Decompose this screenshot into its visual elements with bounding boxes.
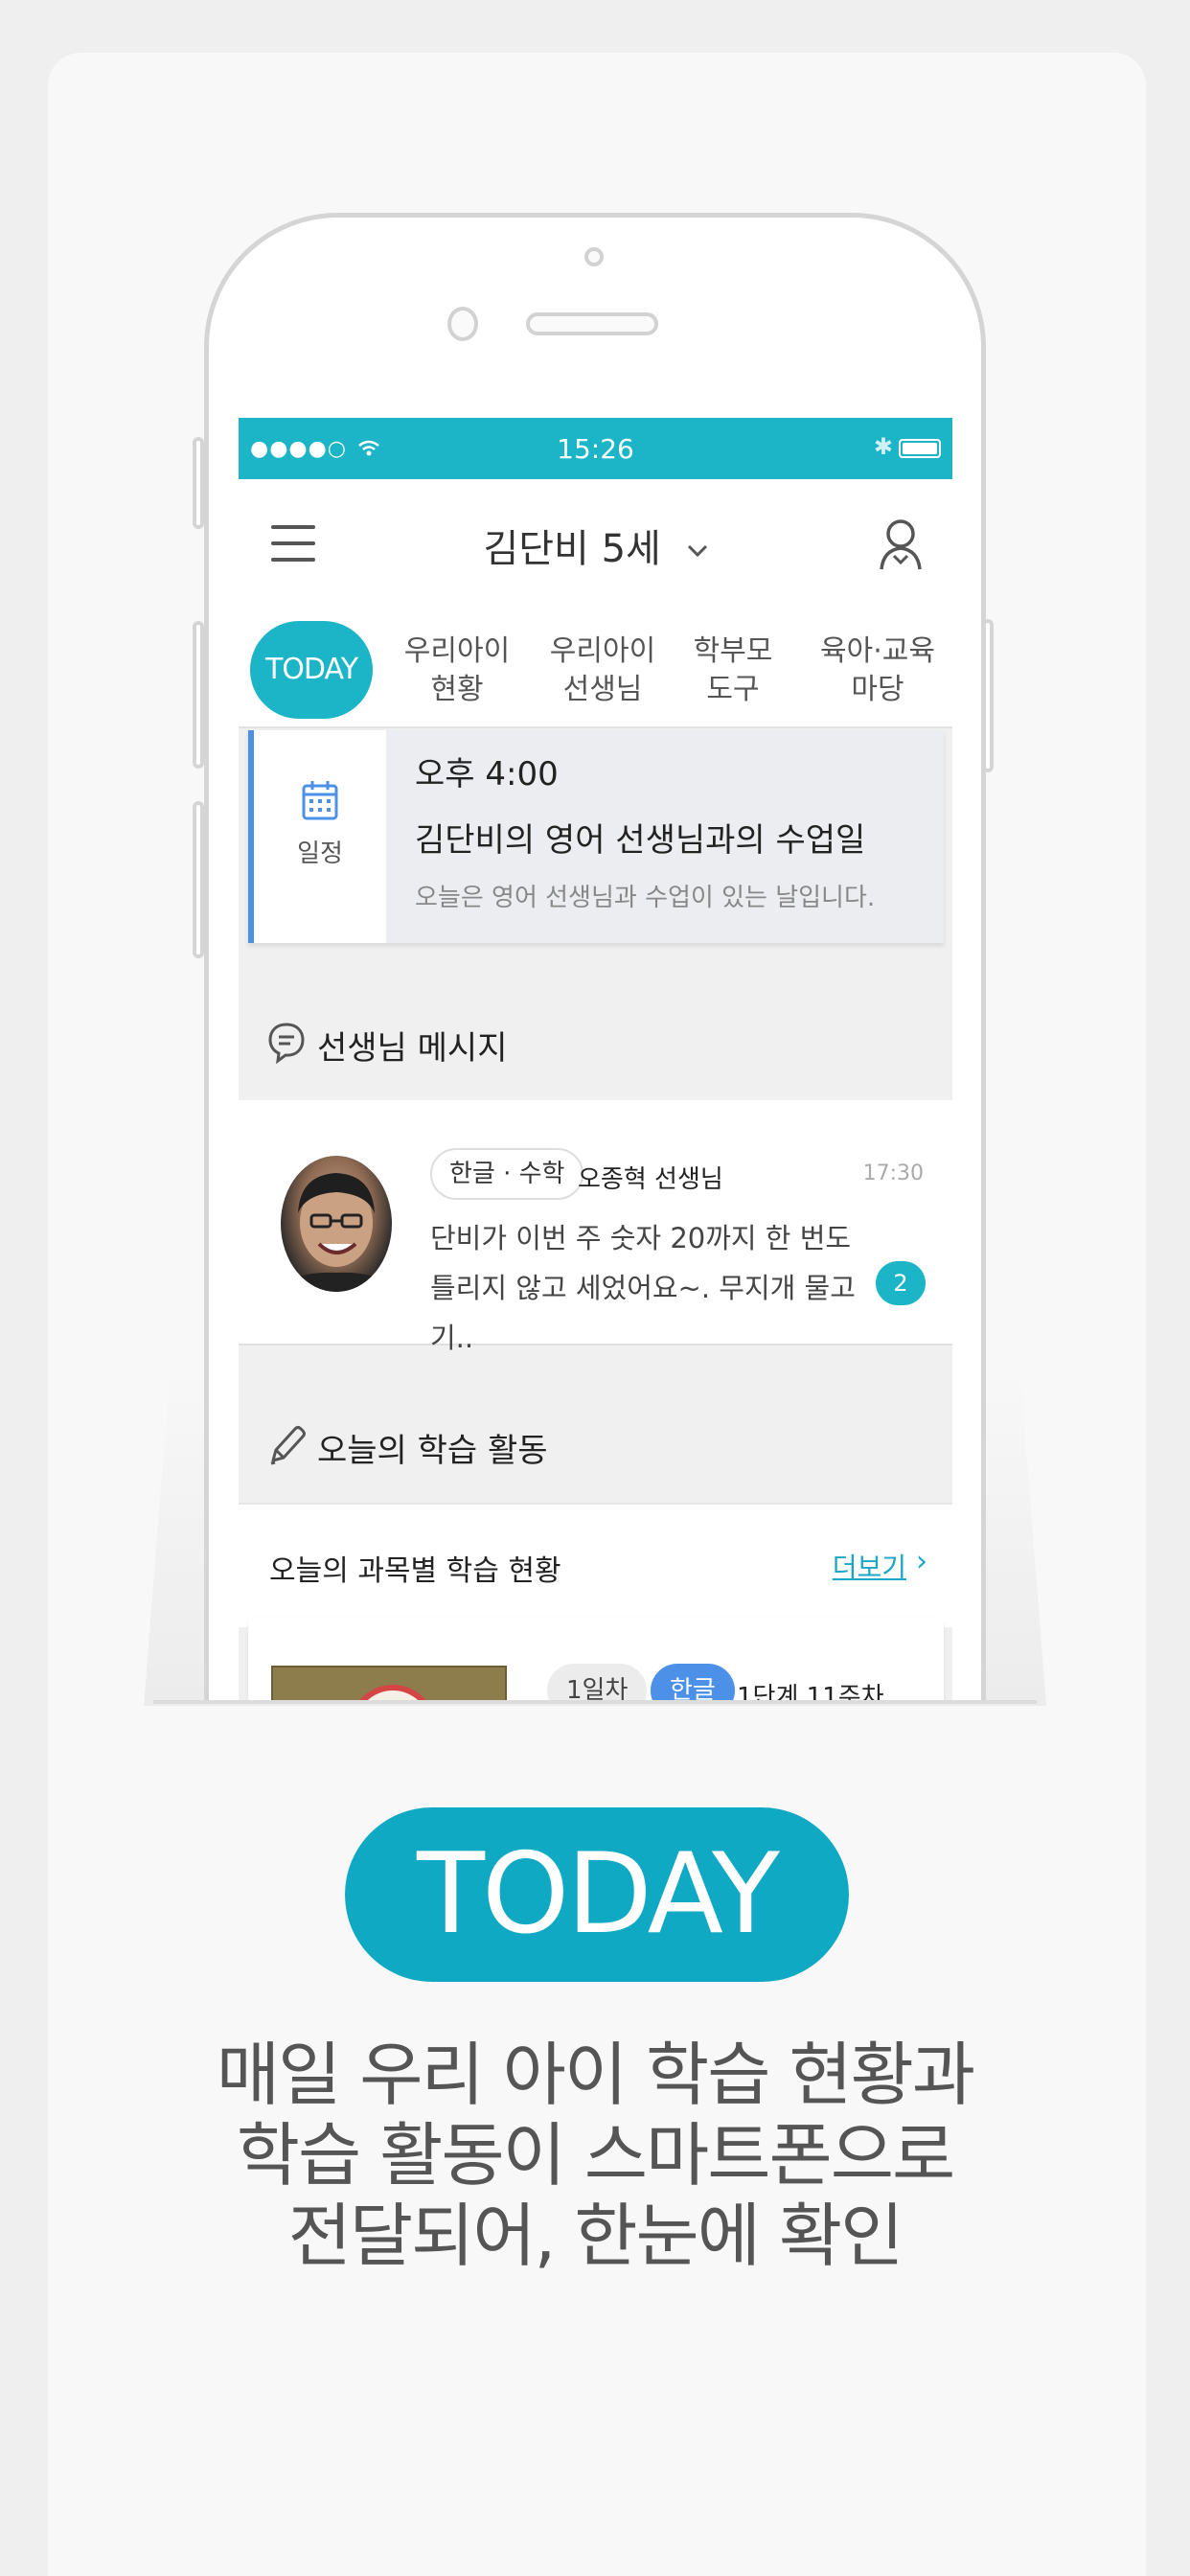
schedule-card[interactable]: 일정 오후 4:00 김단비의 영어 선생님과의 수업일 오늘은 영어 선생님과… — [248, 730, 944, 943]
speech-bubble-icon — [268, 1023, 305, 1064]
message-time: 17:30 — [862, 1162, 924, 1185]
volume-up-button — [193, 621, 204, 769]
calendar-icon — [302, 781, 338, 820]
page-title: 김단비 5세 — [483, 527, 661, 571]
promo-caption: 매일 우리 아이 학습 현황과 학습 활동이 스마트폰으로 전달되어, 한눈에 … — [216, 2035, 975, 2276]
subject-chip: 한글 — [651, 1664, 735, 1702]
schedule-title: 김단비의 영어 선생님과의 수업일 — [415, 821, 866, 860]
app-screen: ●●●●○ 15:26 ✱ 김단비 5세 TODAY 우리아이 현황 우리아이 … — [239, 418, 952, 1702]
lesson-thumbnail — [271, 1666, 507, 1702]
status-time: 15:26 — [557, 433, 634, 465]
tab-bar: TODAY 우리아이 현황 우리아이 선생님 학부모 도구 육아·교육 마당 — [239, 604, 952, 728]
message-preview: 단비가 이번 주 숫자 20까지 한 번도 틀리지 않고 세었어요~. 무지개 … — [430, 1222, 856, 1354]
teacher-avatar — [281, 1156, 392, 1292]
tab-today[interactable]: TODAY — [250, 621, 373, 719]
schedule-label: 일정 — [297, 840, 343, 868]
tab-parent-tools[interactable]: 학부모 도구 — [685, 632, 781, 709]
status-bar: ●●●●○ 15:26 ✱ — [239, 418, 952, 479]
subject-status-header: 오늘의 과목별 학습 현황 더보기 › — [239, 1503, 952, 1627]
teacher-name: 오종혁 선생님 — [578, 1165, 723, 1194]
more-link[interactable]: 더보기 — [833, 1547, 906, 1585]
learning-activity-header: 오늘의 학습 활동 — [239, 1386, 952, 1501]
pencil-icon — [270, 1426, 306, 1465]
section-title: 선생님 메시지 — [317, 1029, 508, 1068]
app-bar: 김단비 5세 — [239, 479, 952, 604]
schedule-description: 오늘은 영어 선생님과 수업이 있는 날입니다. — [415, 884, 876, 912]
schedule-time: 오후 4:00 — [415, 755, 559, 794]
tab-parenting-education[interactable]: 육아·교육 마당 — [812, 632, 944, 709]
profile-icon[interactable] — [878, 518, 924, 571]
battery-icon — [899, 439, 941, 458]
phone-mockup: ●●●●○ 15:26 ✱ 김단비 5세 TODAY 우리아이 현황 우리아이 … — [0, 0, 1190, 1702]
stage-label: 1단계 11주차 — [737, 1683, 884, 1702]
volume-down-button — [193, 801, 204, 958]
study-card[interactable]: 1일차 한글 1단계 11주차 — [248, 1618, 944, 1702]
unread-count-badge: 2 — [876, 1261, 926, 1305]
section-title: 오늘의 학습 활동 — [317, 1432, 548, 1470]
tab-child-status[interactable]: 우리아이 현황 — [400, 632, 515, 709]
front-camera — [584, 247, 604, 266]
earpiece-speaker — [526, 312, 658, 335]
floor-line — [153, 1700, 1037, 1704]
teacher-message-header: 선생님 메시지 — [239, 983, 952, 1098]
day-chip: 1일차 — [547, 1664, 648, 1702]
tab-child-teacher[interactable]: 우리아이 선생님 — [545, 632, 660, 709]
child-selector[interactable]: 김단비 5세 — [239, 518, 952, 573]
chevron-down-icon — [687, 544, 707, 558]
chevron-right-icon: › — [916, 1545, 927, 1578]
proximity-sensor — [447, 307, 478, 341]
subject-badge: 한글 · 수학 — [430, 1148, 584, 1200]
bluetooth-icon: ✱ — [873, 433, 893, 460]
today-badge: TODAY — [345, 1807, 849, 1982]
teacher-message-item[interactable]: 한글 · 수학 오종혁 선생님 17:30 단비가 이번 주 숫자 20까지 한… — [239, 1100, 952, 1354]
power-button — [982, 619, 994, 772]
subject-status-title: 오늘의 과목별 학습 현황 — [269, 1554, 561, 1588]
mute-switch — [193, 437, 204, 529]
